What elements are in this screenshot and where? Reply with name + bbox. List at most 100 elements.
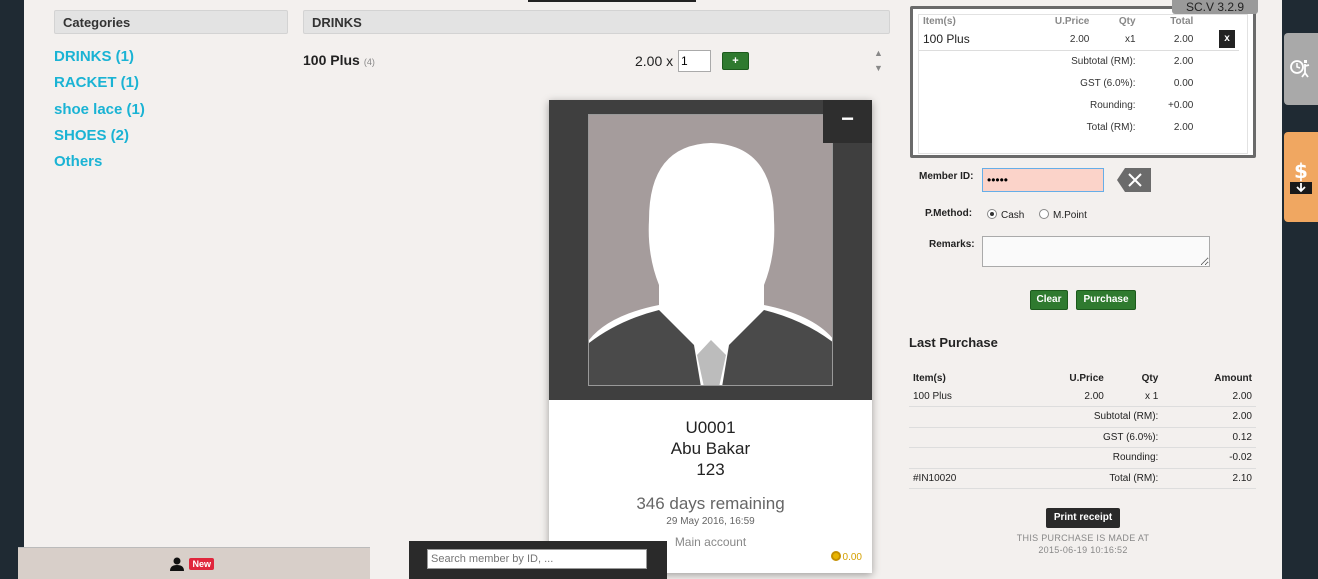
last-gst-value: 0.12 xyxy=(1162,427,1256,448)
member-name: Abu Bakar xyxy=(670,439,751,458)
last-purchase-title: Last Purchase xyxy=(909,335,998,350)
last-subtotal-label: Subtotal (RM): xyxy=(1014,406,1163,428)
categories-header: Categories xyxy=(54,10,288,34)
cart-item-uprice: 2.00 xyxy=(1013,28,1094,51)
cart-item-row: 100 Plus 2.00 x1 2.00 x xyxy=(919,28,1239,51)
cart-gst-row: GST (6.0%): 0.00 xyxy=(919,73,1239,95)
cart-subtotal-row: Subtotal (RM): 2.00 xyxy=(919,51,1239,73)
purchase-made-at-value: 2015-06-19 10:16:52 xyxy=(1038,545,1128,555)
product-name[interactable]: 100 Plus (4) xyxy=(303,52,375,68)
category-list: DRINKS (1) RACKET (1) shoe lace (1) SHOE… xyxy=(54,48,145,179)
product-price: 2.00 x xyxy=(635,53,674,69)
last-item-amount: 2.00 xyxy=(1162,386,1256,407)
category-item-others[interactable]: Others xyxy=(54,153,145,179)
category-item-shoe-lace[interactable]: shoe lace (1) xyxy=(54,101,145,127)
member-days-remaining: 346 days remaining xyxy=(636,494,785,513)
last-total-row: #IN10020 Total (RM): 2.10 xyxy=(909,468,1256,489)
product-panel-header: DRINKS xyxy=(303,10,890,34)
new-member-bar[interactable]: New xyxy=(18,547,370,579)
purchase-button[interactable]: Purchase xyxy=(1076,290,1136,310)
side-tab-history[interactable] xyxy=(1284,33,1318,105)
clear-button[interactable]: Clear xyxy=(1030,290,1068,310)
last-col-uprice: U.Price xyxy=(1069,373,1104,384)
last-col-amount: Amount xyxy=(1214,373,1252,384)
member-search-bar xyxy=(409,541,667,579)
purchase-timestamp: THIS PURCHASE IS MADE AT 2015-06-19 10:1… xyxy=(1000,532,1166,556)
cart-col-uprice: U.Price xyxy=(1054,16,1090,27)
product-stock-count: (4) xyxy=(363,57,375,67)
cart-gst-value: 0.00 xyxy=(1173,78,1194,89)
remarks-label: Remarks: xyxy=(929,239,975,250)
payment-cash-radio[interactable]: Cash xyxy=(987,209,1024,221)
member-code: 123 xyxy=(696,460,725,479)
svg-text:$: $ xyxy=(1294,159,1308,183)
remove-item-button[interactable]: x xyxy=(1219,30,1235,48)
last-header-row: Item(s) U.Price Qty Amount xyxy=(909,371,1256,386)
remarks-input[interactable] xyxy=(982,236,1210,267)
minimize-member-button[interactable]: − xyxy=(823,100,872,143)
person-silhouette-icon xyxy=(589,143,832,385)
last-purchase-table: Item(s) U.Price Qty Amount 100 Plus 2.00… xyxy=(909,371,1256,489)
cart-col-qty: Qty xyxy=(1118,16,1136,27)
cart-item-qty: x1 xyxy=(1093,28,1140,51)
member-id-text: U0001 xyxy=(685,418,736,437)
member-info: U0001 Abu Bakar 123 346 days remaining 2… xyxy=(549,400,872,549)
scroll-down-icon[interactable]: ▼ xyxy=(874,61,883,76)
cart-rounding-label: Rounding: xyxy=(1089,100,1136,111)
last-item-row: 100 Plus 2.00 x 1 2.00 xyxy=(909,386,1256,407)
purchase-made-at-label: THIS PURCHASE IS MADE AT xyxy=(1016,533,1150,543)
new-member-button[interactable]: New xyxy=(169,556,214,574)
last-gst-label: GST (6.0%): xyxy=(1014,427,1163,448)
clock-person-icon xyxy=(1290,60,1310,78)
payment-cash-label: Cash xyxy=(1001,210,1025,221)
product-qty-input[interactable] xyxy=(678,50,711,72)
last-gst-row: GST (6.0%): 0.12 xyxy=(909,427,1256,448)
clear-member-button[interactable] xyxy=(1117,168,1151,192)
add-to-cart-button[interactable]: + xyxy=(722,52,749,70)
payment-mpoint-label: M.Point xyxy=(1053,210,1087,221)
version-badge: SC.V 3.2.9 xyxy=(1172,0,1258,14)
cart-item-name: 100 Plus xyxy=(919,28,1014,51)
category-item-racket[interactable]: RACKET (1) xyxy=(54,74,145,100)
cart-rounding-row: Rounding: +0.00 xyxy=(919,95,1239,117)
last-item-name: 100 Plus xyxy=(909,386,1015,407)
member-id-input[interactable] xyxy=(982,168,1104,192)
member-search-input[interactable] xyxy=(427,549,647,569)
member-avatar-placeholder xyxy=(588,114,833,386)
category-item-drinks[interactable]: DRINKS (1) xyxy=(54,48,145,74)
product-scroll-arrows[interactable]: ▲ ▼ xyxy=(874,46,883,76)
last-item-uprice: 2.00 xyxy=(1014,386,1108,407)
cart-rounding-value: +0.00 xyxy=(1168,100,1194,111)
print-receipt-button[interactable]: Print receipt xyxy=(1046,508,1120,528)
last-subtotal-row: Subtotal (RM): 2.00 xyxy=(909,406,1256,428)
last-item-qty: x 1 xyxy=(1107,386,1163,407)
last-col-item: Item(s) xyxy=(913,373,946,384)
close-icon xyxy=(1117,168,1151,192)
cart-item-total: 2.00 xyxy=(1139,28,1198,51)
payment-mpoint-radio[interactable]: M.Point xyxy=(1039,209,1087,221)
top-bar-stub xyxy=(528,0,696,2)
scroll-up-icon[interactable]: ▲ xyxy=(874,46,883,61)
last-total-label: Total (RM): xyxy=(1014,468,1163,489)
last-subtotal-value: 2.00 xyxy=(1162,406,1256,428)
cart-summary: Item(s) U.Price Qty Total 100 Plus 2.00 … xyxy=(910,6,1256,158)
user-icon xyxy=(170,557,184,571)
last-rounding-value: -0.02 xyxy=(1162,447,1256,469)
cart-total-row: Total (RM): 2.00 xyxy=(919,117,1239,139)
last-invoice-number: #IN10020 xyxy=(909,468,1015,489)
cart-total-label: Total (RM): xyxy=(1086,122,1136,133)
cart-table: Item(s) U.Price Qty Total 100 Plus 2.00 … xyxy=(919,15,1239,139)
cart-total-value: 2.00 xyxy=(1173,122,1194,133)
radio-selected-icon xyxy=(987,209,997,219)
category-item-shoes[interactable]: SHOES (2) xyxy=(54,127,145,153)
cart-gst-label: GST (6.0%): xyxy=(1080,78,1136,89)
radio-empty-icon xyxy=(1039,209,1049,219)
member-expiry-date: 29 May 2016, 16:59 xyxy=(666,516,755,527)
member-id-label: Member ID: xyxy=(919,171,974,182)
cart-col-item: Item(s) xyxy=(923,16,956,27)
cart-col-total: Total xyxy=(1170,16,1194,27)
member-popup-card: − U0001 Abu Bakar 123 346 days remaining… xyxy=(549,100,872,573)
member-points: 0.00 xyxy=(830,551,862,563)
product-name-label: 100 Plus xyxy=(303,52,360,68)
side-tab-sales[interactable]: $ xyxy=(1284,132,1318,222)
